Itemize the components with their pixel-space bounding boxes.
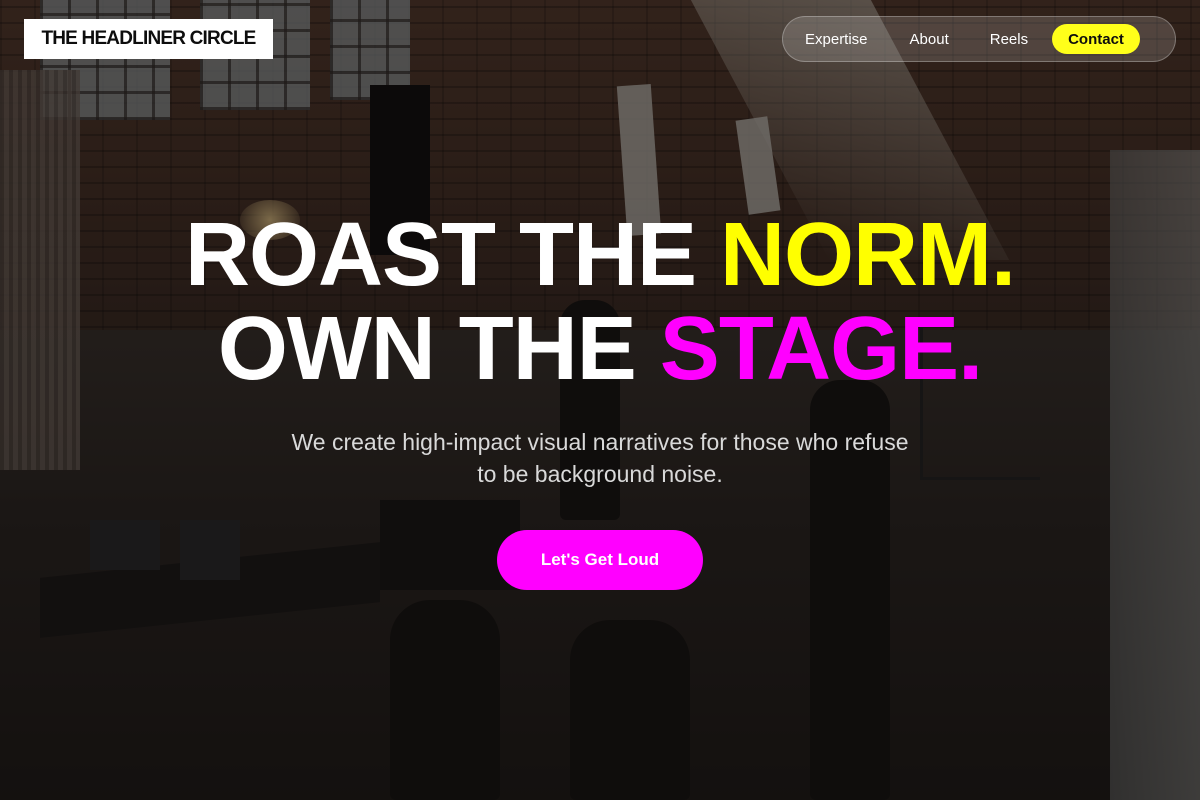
hero-background-image [0,0,1200,800]
logo[interactable]: THE HEADLINER CIRCLE [24,19,273,59]
hero-subtitle: We create high-impact visual narratives … [291,429,909,487]
nav-link-reels[interactable]: Reels [990,31,1028,48]
hero-headline: ROAST THE NORM. OWN THE STAGE. [0,208,1200,396]
main-nav: Expertise About Reels Contact [782,16,1176,62]
headline-line-2: OWN THE STAGE. [0,302,1200,396]
nav-link-about[interactable]: About [910,31,949,48]
headline-line-1-text: ROAST THE [185,205,721,305]
contact-button[interactable]: Contact [1052,24,1140,54]
lets-get-loud-button[interactable]: Let's Get Loud [497,530,703,590]
headline-line-1: ROAST THE NORM. [0,208,1200,302]
headline-line-2-text: OWN THE [217,299,660,399]
dark-overlay [0,0,1200,800]
nav-link-expertise[interactable]: Expertise [805,31,868,48]
headline-accent-norm: NORM. [720,205,1016,305]
headline-accent-stage: STAGE. [659,299,983,399]
logo-text: THE HEADLINER CIRCLE [41,28,256,49]
